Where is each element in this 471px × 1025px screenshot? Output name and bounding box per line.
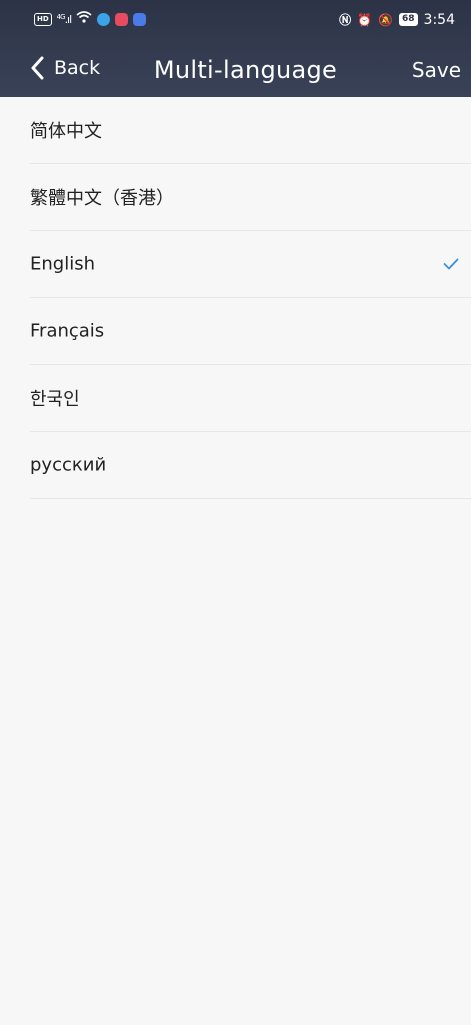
mail-notification-icon <box>115 12 129 26</box>
hd-icon: HD <box>34 12 52 26</box>
wifi-icon <box>76 11 92 27</box>
language-label: русский <box>30 454 107 476</box>
language-label: English <box>30 253 95 275</box>
language-label: 简体中文 <box>30 121 102 142</box>
language-item-russian[interactable]: русский <box>30 432 471 499</box>
battery-icon: 68 <box>399 13 418 26</box>
language-list: 简体中文 繁體中文（香港） English Français 한국인 русск… <box>0 97 471 499</box>
language-label: Français <box>30 320 105 342</box>
page-title: Multi-language <box>153 56 338 84</box>
signal-icon: 4G.ıl <box>56 12 72 26</box>
language-item-korean[interactable]: 한국인 <box>30 365 471 432</box>
mute-icon: 🔕 <box>378 12 394 27</box>
status-right-icons: Ⓝ ⏰ 🔕 68 3:54 <box>339 11 455 28</box>
checkmark-icon <box>443 258 459 270</box>
language-item-zh-hk[interactable]: 繁體中文（香港） <box>30 164 471 231</box>
header-bar: HD 4G.ıl Ⓝ ⏰ 🔕 68 3:54 Back Multi-langua… <box>0 0 471 97</box>
save-button[interactable]: Save <box>412 58 461 82</box>
alarm-icon: ⏰ <box>357 12 373 27</box>
language-item-english[interactable]: English <box>30 231 471 298</box>
language-label: 繁體中文（香港） <box>30 188 174 209</box>
status-left-icons: HD 4G.ıl <box>34 11 147 27</box>
language-item-french[interactable]: Français <box>30 298 471 365</box>
status-bar: HD 4G.ıl Ⓝ ⏰ 🔕 68 3:54 <box>0 0 471 36</box>
language-label: 한국인 <box>30 389 80 410</box>
status-time: 3:54 <box>423 11 455 28</box>
app-notification-icon-2 <box>133 12 147 26</box>
language-item-zh-hans[interactable]: 简体中文 <box>30 97 471 164</box>
app-notification-icon <box>97 12 111 26</box>
nav-bar: Back Multi-language Save <box>0 50 471 94</box>
nfc-icon: Ⓝ <box>339 13 352 27</box>
